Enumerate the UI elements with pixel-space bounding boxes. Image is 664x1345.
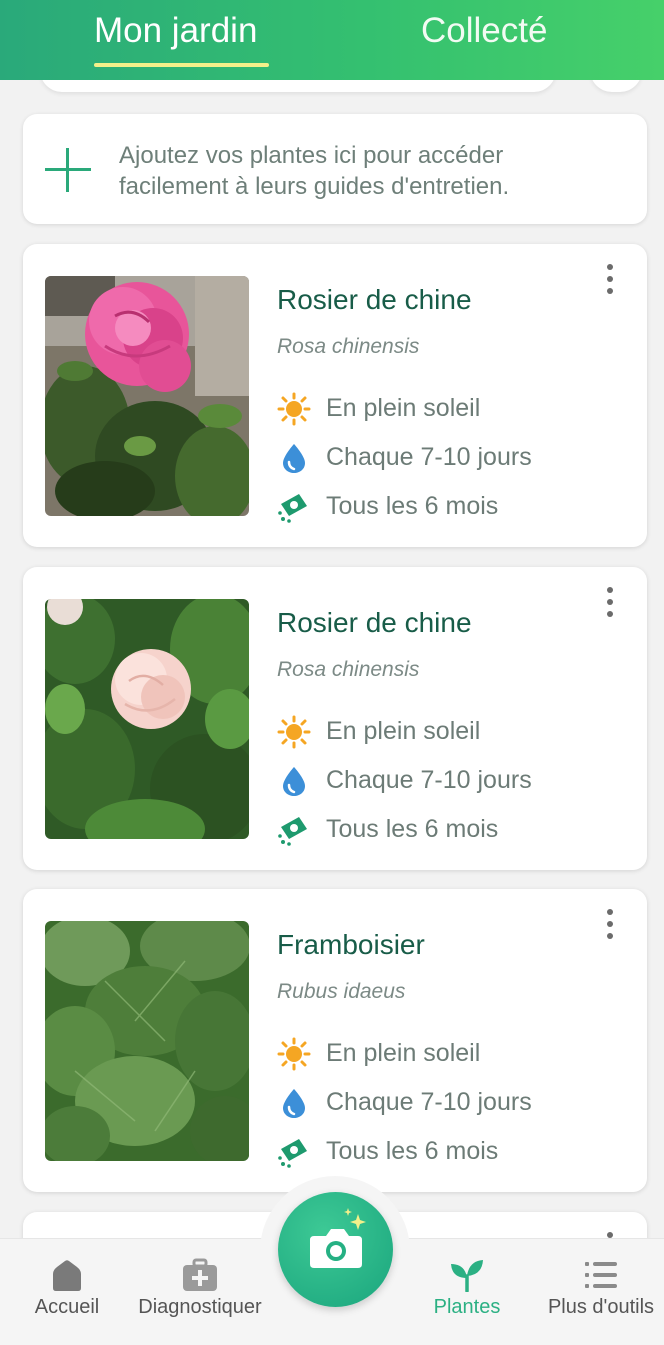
sun-icon [277, 715, 311, 749]
water-drop-icon [283, 767, 305, 796]
water-drop-icon [283, 1089, 305, 1118]
plant-name: Rosier de chine [277, 284, 472, 315]
top-tab-bar: Mon jardin Collecté [0, 0, 664, 80]
plant-name: Framboisier [277, 929, 425, 960]
sun-icon [277, 1037, 311, 1071]
plant-name: Rosier de chine [277, 607, 472, 638]
watering-text: Chaque 7-10 jours [326, 1088, 532, 1116]
fertilizing-text: Tous les 6 mois [326, 815, 499, 843]
plant-card[interactable]: Rosier de chine Rosa chinensis En plein … [23, 567, 647, 870]
sun-icon [277, 392, 311, 426]
plant-scientific-name: Rubus idaeus [277, 980, 406, 1003]
nav-plus-outils[interactable]: Plus d'outils [545, 1258, 657, 1319]
nav-label: Plus d'outils [547, 1296, 655, 1318]
fertilizer-icon [278, 1139, 307, 1168]
pink-rose-photo [45, 276, 249, 516]
nav-label: Accueil [34, 1296, 100, 1318]
pale-rose-photo [45, 599, 249, 839]
fertilizer-icon [278, 494, 307, 523]
plant-scientific-name: Rosa chinensis [277, 335, 420, 358]
camera-icon [310, 1208, 366, 1268]
nav-accueil[interactable]: Accueil [32, 1258, 102, 1319]
first-aid-kit-icon [183, 1258, 217, 1291]
active-tab-indicator [94, 63, 269, 67]
tab-collecte[interactable]: Collecté [421, 10, 547, 66]
camera-button[interactable] [278, 1192, 393, 1307]
tab-mon-jardin[interactable]: Mon jardin [94, 10, 257, 66]
plant-card[interactable]: Framboisier Rubus idaeus En plein soleil… [23, 889, 647, 1192]
add-plant-hint: Ajoutez vos plantes ici pour accéder fac… [119, 142, 510, 200]
nav-label: Plantes [433, 1296, 501, 1318]
watering-text: Chaque 7-10 jours [326, 766, 532, 794]
plus-icon[interactable] [44, 146, 92, 194]
water-drop-icon [283, 444, 305, 473]
plant-scientific-name: Rosa chinensis [277, 658, 420, 681]
sunlight-text: En plein soleil [326, 717, 481, 745]
nav-label: Diagnostiquer [138, 1296, 262, 1318]
sunlight-text: En plein soleil [326, 1039, 481, 1067]
plant-card[interactable]: Rosier de chine Rosa chinensis En plein … [23, 244, 647, 547]
nav-plantes[interactable]: Plantes [432, 1258, 502, 1319]
sunlight-text: En plein soleil [326, 394, 481, 422]
list-icon [585, 1262, 617, 1288]
more-options-icon[interactable] [601, 907, 619, 941]
nav-diagnostiquer[interactable]: Diagnostiquer [134, 1258, 266, 1319]
home-icon [53, 1260, 81, 1291]
more-options-icon[interactable] [601, 262, 619, 296]
sprout-icon [451, 1260, 483, 1292]
fertilizing-text: Tous les 6 mois [326, 492, 499, 520]
watering-text: Chaque 7-10 jours [326, 443, 532, 471]
raspberry-leaves-photo [45, 921, 249, 1161]
more-options-icon[interactable] [601, 585, 619, 619]
fertilizer-icon [278, 817, 307, 846]
fertilizing-text: Tous les 6 mois [326, 1137, 499, 1165]
